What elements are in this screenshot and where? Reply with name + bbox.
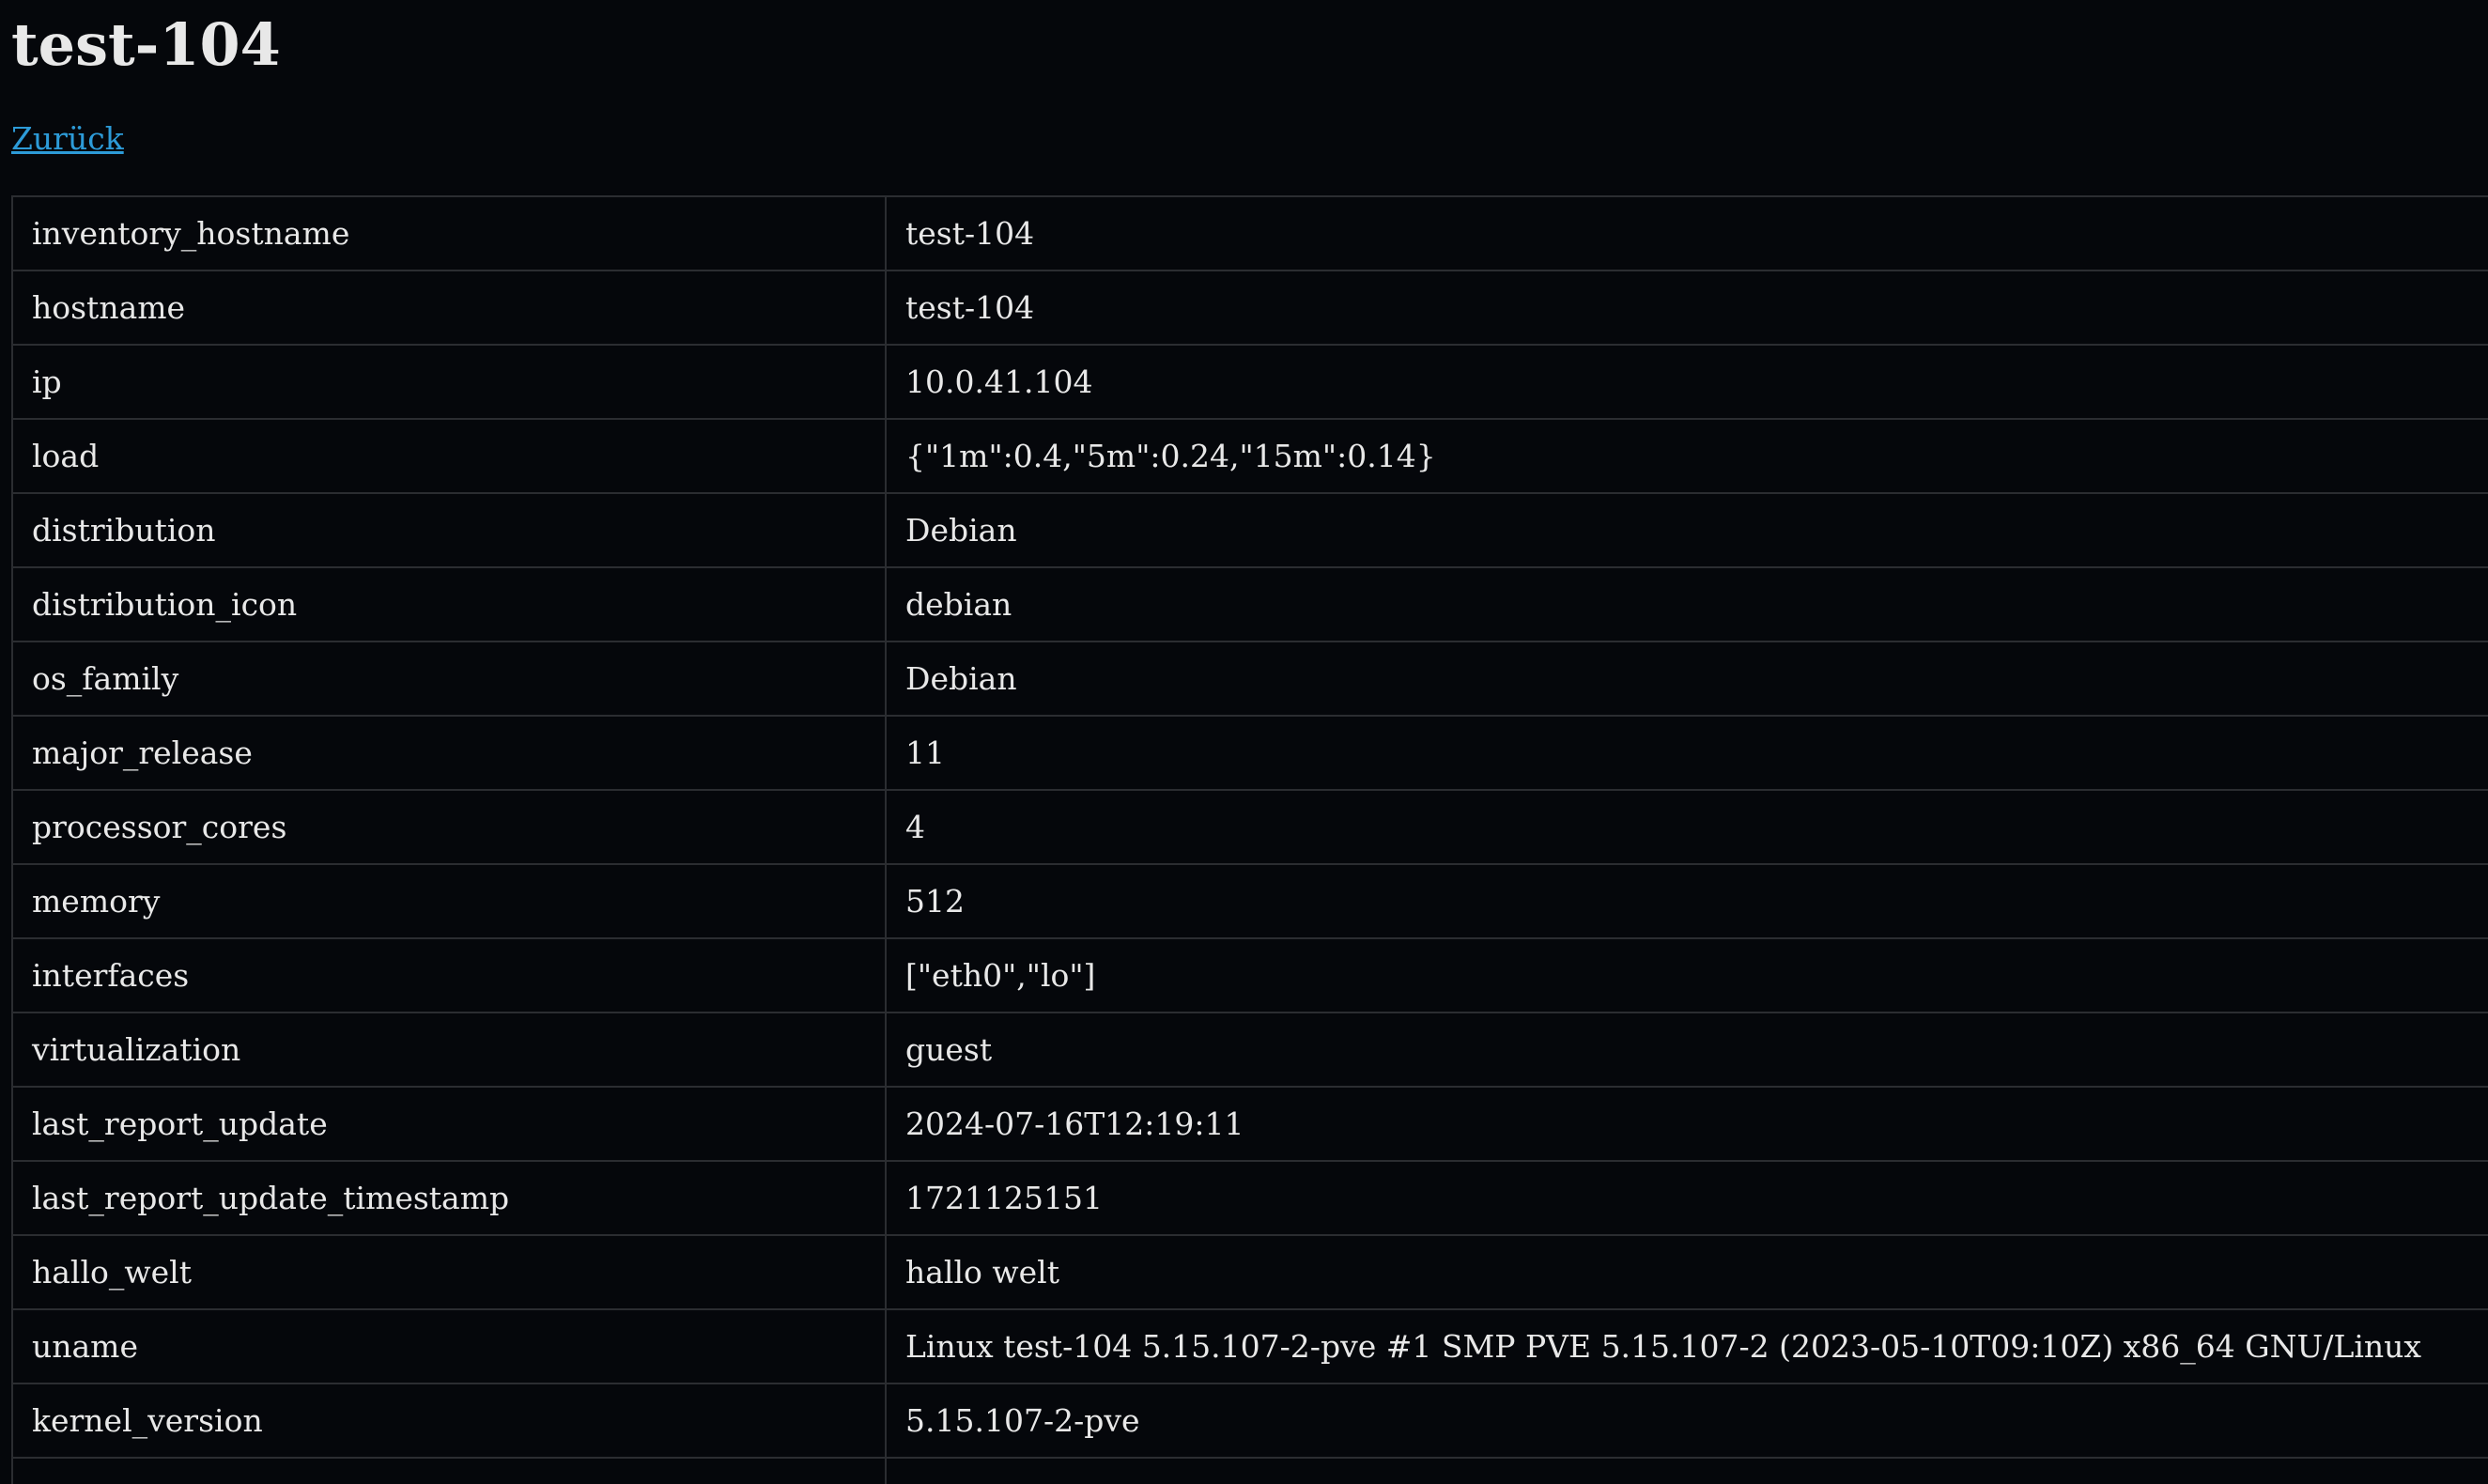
table-row: inventory_hostname test-104 xyxy=(11,195,2488,271)
fact-value: Debian xyxy=(885,492,2488,568)
table-row: virtualization guest xyxy=(11,1012,2488,1088)
table-row: os_family Debian xyxy=(11,641,2488,717)
fact-value: 2024-07-16T12:19:11 xyxy=(885,1086,2488,1162)
fact-key: interfaces xyxy=(11,937,887,1013)
fact-key: uname xyxy=(11,1308,887,1384)
table-row: ip 10.0.41.104 xyxy=(11,344,2488,420)
table-row: processor_cores 4 xyxy=(11,789,2488,865)
fact-value: 1721125151 xyxy=(885,1160,2488,1236)
fact-value: hallo welt xyxy=(885,1234,2488,1310)
fact-key: major_release xyxy=(11,715,887,791)
fact-value: test-104 xyxy=(885,270,2488,346)
fact-value xyxy=(885,1457,2488,1484)
fact-key xyxy=(11,1457,887,1484)
fact-key: distribution_icon xyxy=(11,566,887,642)
fact-value: 11 xyxy=(885,715,2488,791)
fact-value: 10.0.41.104 xyxy=(885,344,2488,420)
fact-value: Linux test-104 5.15.107-2-pve #1 SMP PVE… xyxy=(885,1308,2488,1384)
host-facts-table: inventory_hostname test-104 hostname tes… xyxy=(11,195,2488,1484)
host-detail-page: test-104 Zurück inventory_hostname test-… xyxy=(0,0,2488,1484)
fact-key: memory xyxy=(11,863,887,939)
fact-key: kernel_version xyxy=(11,1383,887,1459)
fact-value: Debian xyxy=(885,641,2488,717)
fact-key: last_report_update xyxy=(11,1086,887,1162)
fact-value: 512 xyxy=(885,863,2488,939)
fact-key: virtualization xyxy=(11,1012,887,1088)
table-row: uname Linux test-104 5.15.107-2-pve #1 S… xyxy=(11,1308,2488,1384)
table-row: distribution_icon debian xyxy=(11,566,2488,642)
fact-value: 5.15.107-2-pve xyxy=(885,1383,2488,1459)
table-row: memory 512 xyxy=(11,863,2488,939)
fact-value: test-104 xyxy=(885,195,2488,271)
fact-value: ["eth0","lo"] xyxy=(885,937,2488,1013)
fact-key: hostname xyxy=(11,270,887,346)
fact-value: debian xyxy=(885,566,2488,642)
table-row: hallo_welt hallo welt xyxy=(11,1234,2488,1310)
fact-key: distribution xyxy=(11,492,887,568)
table-row: last_report_update 2024-07-16T12:19:11 xyxy=(11,1086,2488,1162)
fact-key: ip xyxy=(11,344,887,420)
fact-key: processor_cores xyxy=(11,789,887,865)
table-row xyxy=(11,1457,2488,1484)
fact-key: os_family xyxy=(11,641,887,717)
fact-key: hallo_welt xyxy=(11,1234,887,1310)
table-row: kernel_version 5.15.107-2-pve xyxy=(11,1383,2488,1459)
table-row: distribution Debian xyxy=(11,492,2488,568)
table-row: major_release 11 xyxy=(11,715,2488,791)
back-link[interactable]: Zurück xyxy=(11,116,124,162)
table-row: hostname test-104 xyxy=(11,270,2488,346)
table-row: load {"1m":0.4,"5m":0.24,"15m":0.14} xyxy=(11,418,2488,494)
table-row: interfaces ["eth0","lo"] xyxy=(11,937,2488,1013)
fact-value: {"1m":0.4,"5m":0.24,"15m":0.14} xyxy=(885,418,2488,494)
fact-key: last_report_update_timestamp xyxy=(11,1160,887,1236)
fact-key: load xyxy=(11,418,887,494)
table-row: last_report_update_timestamp 1721125151 xyxy=(11,1160,2488,1236)
fact-value: guest xyxy=(885,1012,2488,1088)
page-title: test-104 xyxy=(11,10,281,79)
fact-value: 4 xyxy=(885,789,2488,865)
fact-key: inventory_hostname xyxy=(11,195,887,271)
